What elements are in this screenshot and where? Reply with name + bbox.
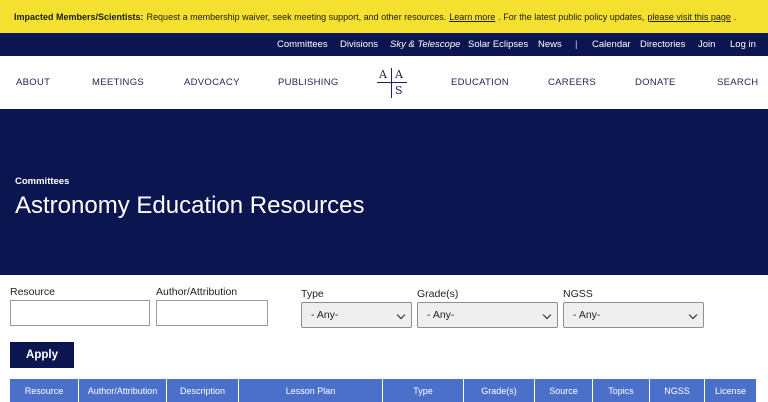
public-policy-link[interactable]: please visit this page [647,12,731,22]
apply-button[interactable]: Apply [10,342,74,368]
chevron-down-icon [542,310,552,320]
logo-letter-s: S [395,84,403,97]
nav-login[interactable]: Log in [730,39,756,50]
nav-search[interactable]: SEARCH [717,77,758,88]
col-topics[interactable]: Topics [593,379,650,402]
col-license[interactable]: License [705,379,756,402]
resource-input[interactable] [10,300,150,326]
nav-education[interactable]: EDUCATION [451,77,509,88]
type-select[interactable]: - Any- [301,302,412,328]
nav-divisions[interactable]: Divisions [340,39,378,50]
utility-nav: Committees Divisions Sky & Telescope Sol… [0,33,768,56]
col-grades[interactable]: Grade(s) [464,379,535,402]
nav-calendar[interactable]: Calendar [592,39,631,50]
resource-label: Resource [10,286,55,298]
alert-banner: Impacted Members/Scientists: Request a m… [0,0,768,33]
nav-publishing[interactable]: PUBLISHING [278,77,339,88]
nav-advocacy[interactable]: ADVOCACY [184,77,240,88]
logo-letter-a2: A [395,68,404,81]
nav-directories[interactable]: Directories [640,39,685,50]
alert-bold-label: Impacted Members/Scientists: [14,11,144,22]
grades-select-value: - Any- [427,309,455,321]
col-type[interactable]: Type [383,379,464,402]
ngss-select[interactable]: - Any- [563,302,704,328]
logo-horizontal-line [377,82,407,83]
page-title: Astronomy Education Resources [15,192,365,219]
nav-separator: | [575,39,578,50]
hero-banner: Committees Astronomy Education Resources [0,109,768,275]
grades-select[interactable]: - Any- [417,302,558,328]
nav-committees[interactable]: Committees [277,39,328,50]
alert-text-2: . For the latest public policy updates, [498,11,645,22]
alert-end: . [733,11,737,22]
logo-letter-a1: A [379,68,388,81]
breadcrumb[interactable]: Committees [15,176,69,187]
nav-news[interactable]: News [538,39,562,50]
type-select-value: - Any- [311,309,339,321]
nav-join[interactable]: Join [698,39,715,50]
col-resource[interactable]: Resource [10,379,79,402]
nav-meetings[interactable]: MEETINGS [92,77,144,88]
aas-logo[interactable]: A A S [377,68,407,98]
author-label: Author/Attribution [156,286,238,298]
col-author[interactable]: Author/Attribution [79,379,167,402]
chevron-down-icon [688,310,698,320]
logo-vertical-line [391,68,392,98]
ngss-label: NGSS [563,288,593,300]
col-ngss[interactable]: NGSS [650,379,705,402]
ngss-select-value: - Any- [573,309,601,321]
col-description[interactable]: Description [167,379,239,402]
learn-more-link[interactable]: Learn more [449,12,495,22]
nav-about[interactable]: ABOUT [16,77,50,88]
nav-donate[interactable]: DONATE [635,77,676,88]
grades-label: Grade(s) [417,288,459,300]
col-lesson-plan[interactable]: Lesson Plan [239,379,383,402]
col-source[interactable]: Source [535,379,593,402]
nav-sky-telescope[interactable]: Sky & Telescope [390,39,460,50]
author-input[interactable] [156,300,268,326]
alert-text: Request a membership waiver, seek meetin… [146,11,447,22]
main-nav: ABOUT MEETINGS ADVOCACY PUBLISHING A A S… [0,56,768,109]
table-header: Resource Author/Attribution Description … [10,379,756,402]
nav-solar-eclipses[interactable]: Solar Eclipses [468,39,528,50]
type-label: Type [301,288,324,300]
chevron-down-icon [396,310,406,320]
nav-careers[interactable]: CAREERS [548,77,596,88]
